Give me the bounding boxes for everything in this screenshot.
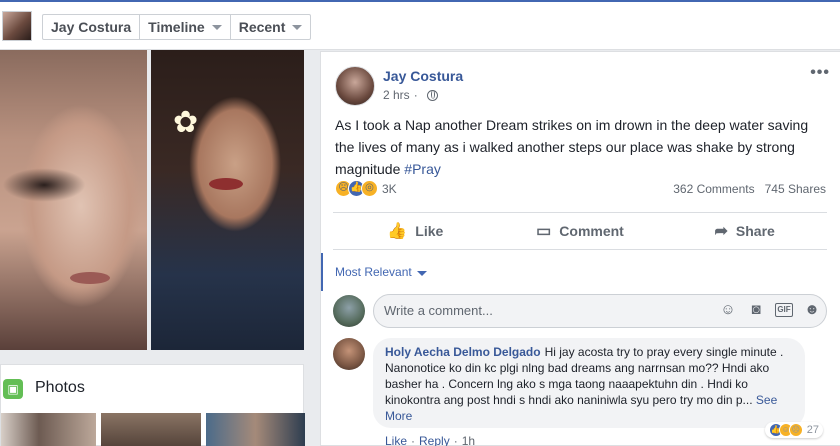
comment-reply-link[interactable]: Reply bbox=[419, 434, 450, 446]
viewer-avatar bbox=[333, 295, 365, 327]
chevron-down-icon bbox=[211, 24, 222, 30]
comment-reaction-count: 27 bbox=[806, 424, 819, 436]
photo-detail bbox=[209, 178, 243, 190]
hashtag-link[interactable]: #Pray bbox=[404, 161, 441, 177]
featured-photo-2[interactable]: ✿ bbox=[151, 50, 304, 350]
sort-label: Most Relevant bbox=[335, 265, 412, 279]
comment-icon: ▭ bbox=[536, 223, 552, 240]
composer-tools: ☺ ◙ GIF ☻ bbox=[719, 301, 821, 319]
chevron-down-icon bbox=[416, 271, 427, 276]
like-label: Like bbox=[415, 223, 444, 239]
share-icon: ➦ bbox=[714, 223, 728, 240]
profile-name-link[interactable]: Jay Costura bbox=[43, 15, 139, 39]
comment-label: Comment bbox=[559, 223, 624, 239]
comment-time[interactable]: 1h bbox=[462, 434, 475, 446]
share-button[interactable]: ➦ Share bbox=[662, 213, 827, 249]
globe-icon[interactable] bbox=[426, 89, 438, 101]
recent-label: Recent bbox=[238, 19, 286, 35]
shares-count[interactable]: 745 Shares bbox=[765, 182, 826, 196]
featured-photo-1[interactable] bbox=[0, 50, 147, 350]
photos-icon: ▣ bbox=[3, 379, 23, 399]
commenter-name[interactable]: Holy Aecha Delmo Delgado bbox=[385, 345, 541, 359]
separator: · bbox=[413, 88, 418, 102]
comment-actions: Like · Reply · 1h bbox=[385, 434, 475, 446]
reaction-count: 3K bbox=[382, 181, 397, 196]
photos-panel: ▣ Photos bbox=[0, 364, 305, 446]
profile-avatar[interactable] bbox=[2, 11, 32, 41]
photo-detail bbox=[70, 272, 110, 284]
commenter-avatar[interactable] bbox=[333, 338, 365, 370]
comment-composer: Write a comment... ☺ ◙ GIF ☻ bbox=[333, 294, 827, 332]
comments-count[interactable]: 362 Comments bbox=[673, 182, 754, 196]
author-avatar[interactable] bbox=[335, 66, 375, 106]
wow-reaction-icon: ◎ bbox=[361, 180, 378, 197]
comment-reactions[interactable]: 👍 ☺ ☹ 27 bbox=[764, 422, 823, 438]
sticker-icon[interactable]: ☻ bbox=[803, 301, 821, 319]
post-time[interactable]: 2 hrs bbox=[383, 88, 410, 102]
comment-item: Holy Aecha Delmo Delgado Hi jay acosta tr… bbox=[333, 338, 827, 446]
featured-photos: ✿ bbox=[0, 50, 304, 350]
sad-reaction-icon: ☹ bbox=[788, 423, 803, 437]
emoji-icon[interactable]: ☺ bbox=[719, 301, 737, 319]
chevron-down-icon bbox=[292, 24, 303, 30]
reactions-summary[interactable]: ☹ 👍 ◎ 3K bbox=[335, 180, 397, 197]
share-label: Share bbox=[735, 223, 775, 239]
photos-title[interactable]: Photos bbox=[35, 379, 85, 397]
breadcrumb: Jay Costura Timeline Recent bbox=[42, 14, 312, 40]
engagement-counts: 362 Comments 745 Shares bbox=[673, 182, 826, 196]
comment-button[interactable]: ▭ Comment bbox=[498, 213, 663, 249]
flower-icon: ✿ bbox=[173, 106, 199, 139]
post-meta: 2 hrs · bbox=[383, 88, 438, 102]
like-button[interactable]: 👍 Like bbox=[333, 213, 498, 249]
separator: · bbox=[453, 434, 458, 446]
more-options-icon[interactable]: ••• bbox=[810, 64, 830, 82]
post-card: Jay Costura 2 hrs · ••• As I took a Nap … bbox=[320, 51, 840, 446]
separator: · bbox=[411, 434, 416, 446]
post-actions: 👍 Like ▭ Comment ➦ Share bbox=[333, 212, 827, 250]
photo-thumbnail[interactable] bbox=[1, 413, 96, 446]
post-text: As I took a Nap another Dream strikes on… bbox=[335, 114, 827, 180]
recent-dropdown[interactable]: Recent bbox=[229, 15, 311, 39]
comment-like-link[interactable]: Like bbox=[385, 434, 407, 446]
timeline-dropdown[interactable]: Timeline bbox=[139, 15, 230, 39]
comment-bubble: Holy Aecha Delmo Delgado Hi jay acosta tr… bbox=[373, 338, 805, 428]
like-icon: 👍 bbox=[387, 223, 408, 240]
post-author[interactable]: Jay Costura bbox=[383, 68, 463, 84]
gif-icon[interactable]: GIF bbox=[775, 303, 793, 317]
timeline-header: Jay Costura Timeline Recent bbox=[0, 0, 840, 50]
photo-thumbnail[interactable] bbox=[101, 413, 201, 446]
timeline-label: Timeline bbox=[148, 19, 205, 35]
comment-sort-dropdown[interactable]: Most Relevant bbox=[321, 253, 840, 291]
photo-thumbnail[interactable] bbox=[206, 413, 305, 446]
camera-icon[interactable]: ◙ bbox=[747, 301, 765, 319]
